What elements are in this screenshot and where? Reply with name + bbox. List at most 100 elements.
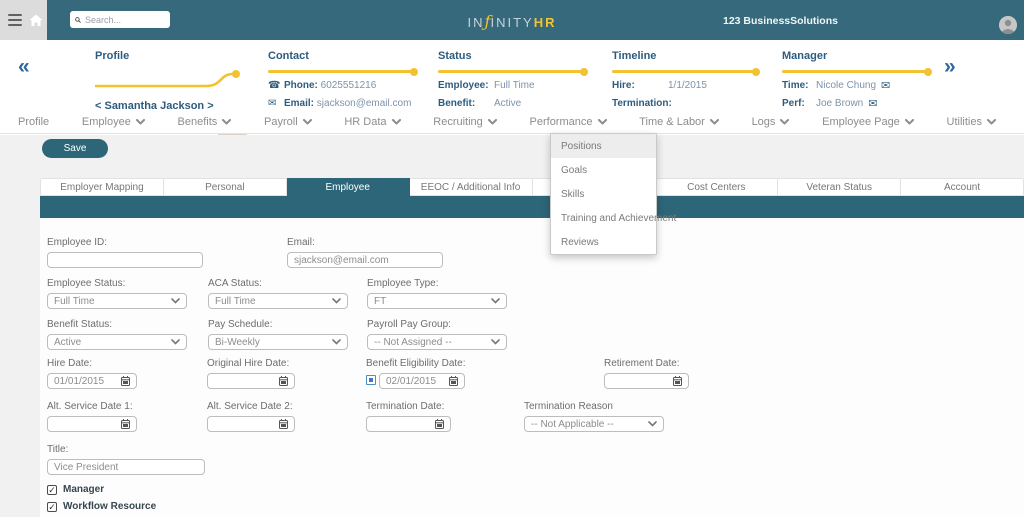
phone-row: ☎ Phone: 6025551216	[268, 80, 416, 91]
workflow-resource-checkbox-label: Workflow Resource	[63, 501, 157, 512]
menu-employee[interactable]: Employee	[82, 116, 145, 128]
menu-label: Employee Page	[822, 115, 900, 128]
tab-personal[interactable]: Personal	[163, 178, 287, 196]
mail-icon[interactable]: ✉	[881, 79, 890, 92]
menu-item-training-achievement[interactable]: Training and Achievement	[551, 206, 676, 230]
menu-label: Benefits	[177, 115, 218, 128]
alt-service-date-1-input[interactable]	[47, 416, 137, 432]
menu-employee-page[interactable]: Employee Page	[822, 116, 914, 128]
menu-utilities[interactable]: Utilities	[947, 116, 996, 128]
email-field-label: Email:	[287, 237, 315, 248]
timeline-column: Timeline Hire: 1/1/2015 Termination:	[612, 50, 760, 109]
employee-status-label: Employee Status:	[47, 278, 126, 289]
employee-status-value: Full Time	[494, 80, 535, 91]
menu-item-reviews[interactable]: Reviews	[551, 230, 656, 254]
benefit-status-select[interactable]: Active	[47, 334, 187, 350]
termination-date-input[interactable]	[366, 416, 451, 432]
menu-recruiting[interactable]: Recruiting	[433, 116, 497, 128]
alt-service-date-1-label: Alt. Service Date 1:	[47, 401, 133, 412]
employee-status-key: Employee:	[438, 80, 489, 91]
timeline-line	[612, 67, 760, 76]
manager-timeline-line	[782, 67, 932, 76]
chevron-down-icon	[171, 339, 180, 345]
menu-item-goals[interactable]: Goals	[551, 158, 656, 182]
tab-cost-centers[interactable]: Cost Centers	[655, 178, 779, 196]
termination-reason-select[interactable]: -- Not Applicable --	[524, 416, 664, 432]
termination-date-label: Termination Date:	[366, 401, 445, 412]
termination-row: Termination:	[612, 98, 758, 109]
menu-profile[interactable]: Profile	[18, 116, 49, 128]
menu-performance[interactable]: Performance	[530, 116, 607, 128]
alt-service-date-2-input[interactable]	[207, 416, 295, 432]
manager-checkbox-label: Manager	[63, 484, 105, 495]
chevron-down-icon	[709, 118, 719, 124]
hire-row: Hire: 1/1/2015	[612, 80, 758, 91]
benefit-status-key: Benefit:	[438, 98, 476, 109]
tab-account[interactable]: Account	[901, 178, 1024, 196]
hire-date-input[interactable]: 01/01/2015	[47, 373, 137, 389]
menu-payroll[interactable]: Payroll	[264, 116, 312, 128]
workflow-resource-checkbox-row[interactable]: Workflow Resource	[47, 501, 156, 512]
calendar-icon	[279, 376, 288, 386]
menu-hr-data[interactable]: HR Data	[344, 116, 401, 128]
employee-type-select[interactable]: FT	[367, 293, 507, 309]
chevron-down-icon	[487, 118, 497, 124]
employee-type-label: Employee Type:	[367, 278, 439, 289]
checkbox-checked-icon[interactable]	[47, 484, 57, 495]
calendar-icon	[673, 376, 682, 386]
tab-eeoc-additional-info[interactable]: EEOC / Additional Info	[409, 178, 533, 196]
benefit-eligibility-date-input[interactable]: 02/01/2015	[379, 373, 465, 389]
chevron-down-icon	[648, 421, 657, 427]
selected-value: -- Not Assigned --	[374, 336, 452, 348]
selected-value: -- Not Applicable --	[531, 418, 614, 430]
status-section-label: Status	[438, 50, 472, 62]
manager-checkbox-row[interactable]: Manager	[47, 484, 104, 495]
email-label: Email:	[284, 98, 315, 109]
menu-item-skills[interactable]: Skills	[551, 182, 656, 206]
collapse-left-icon[interactable]: «	[18, 56, 30, 77]
phone-value: 6025551216	[320, 80, 377, 91]
time-manager-value: Nicole Chung	[816, 80, 877, 91]
chevron-down-icon	[391, 118, 401, 124]
aca-status-select[interactable]: Full Time	[208, 293, 348, 309]
payroll-pay-group-select[interactable]: -- Not Assigned --	[367, 334, 507, 350]
menu-label: Utilities	[946, 115, 982, 128]
email-input[interactable]: sjackson@email.com	[287, 252, 443, 268]
retirement-date-label: Retirement Date:	[604, 358, 680, 369]
retirement-date-input[interactable]	[604, 373, 689, 389]
email-value[interactable]: sjackson@email.com	[317, 98, 412, 109]
eligibility-indicator-icon[interactable]	[366, 375, 376, 385]
checkbox-checked-icon[interactable]	[47, 501, 57, 512]
chevron-down-icon	[135, 118, 145, 124]
employee-id-input[interactable]	[47, 252, 203, 268]
pay-schedule-select[interactable]: Bi-Weekly	[208, 334, 348, 350]
manager-column: Manager Time: Nicole Chung ✉ Perf: Joe B…	[782, 50, 932, 110]
expand-right-icon[interactable]: »	[944, 56, 956, 77]
status-column: Status Employee: Full Time Benefit: Acti…	[438, 50, 588, 109]
calendar-icon	[449, 376, 458, 386]
tab-employee[interactable]: Employee	[286, 178, 410, 196]
benefit-eligibility-date-label: Benefit Eligibility Date:	[366, 358, 466, 369]
original-hire-date-input[interactable]	[207, 373, 295, 389]
payroll-pay-group-field: Payroll Pay Group: -- Not Assigned --	[367, 319, 507, 350]
employee-type-field: Employee Type: FT	[367, 278, 507, 309]
title-input[interactable]: Vice President	[47, 459, 205, 475]
retirement-date-field: Retirement Date:	[604, 358, 689, 389]
menu-time-labor[interactable]: Time & Labor	[639, 116, 719, 128]
mail-icon[interactable]: ✉	[868, 97, 877, 110]
title-field: Title: Vice President	[47, 444, 205, 475]
save-button[interactable]: Save	[42, 139, 108, 158]
termination-key: Termination:	[612, 98, 672, 109]
menu-item-positions[interactable]: Positions	[551, 134, 656, 158]
tab-employer-mapping[interactable]: Employer Mapping	[40, 178, 164, 196]
tab-veteran-status[interactable]: Veteran Status	[778, 178, 902, 196]
menu-label: Logs	[751, 115, 776, 128]
chevron-down-icon	[332, 339, 341, 345]
menu-benefits[interactable]: Benefits	[178, 116, 232, 128]
menu-logs[interactable]: Logs	[752, 116, 790, 128]
user-avatar[interactable]	[999, 16, 1017, 34]
section-header-band	[40, 196, 1024, 218]
app-window: INƒINITYHR 123 BusinessSolutions « » Pro…	[0, 0, 1024, 517]
employee-status-select[interactable]: Full Time	[47, 293, 187, 309]
time-manager-key: Time:	[782, 80, 809, 91]
